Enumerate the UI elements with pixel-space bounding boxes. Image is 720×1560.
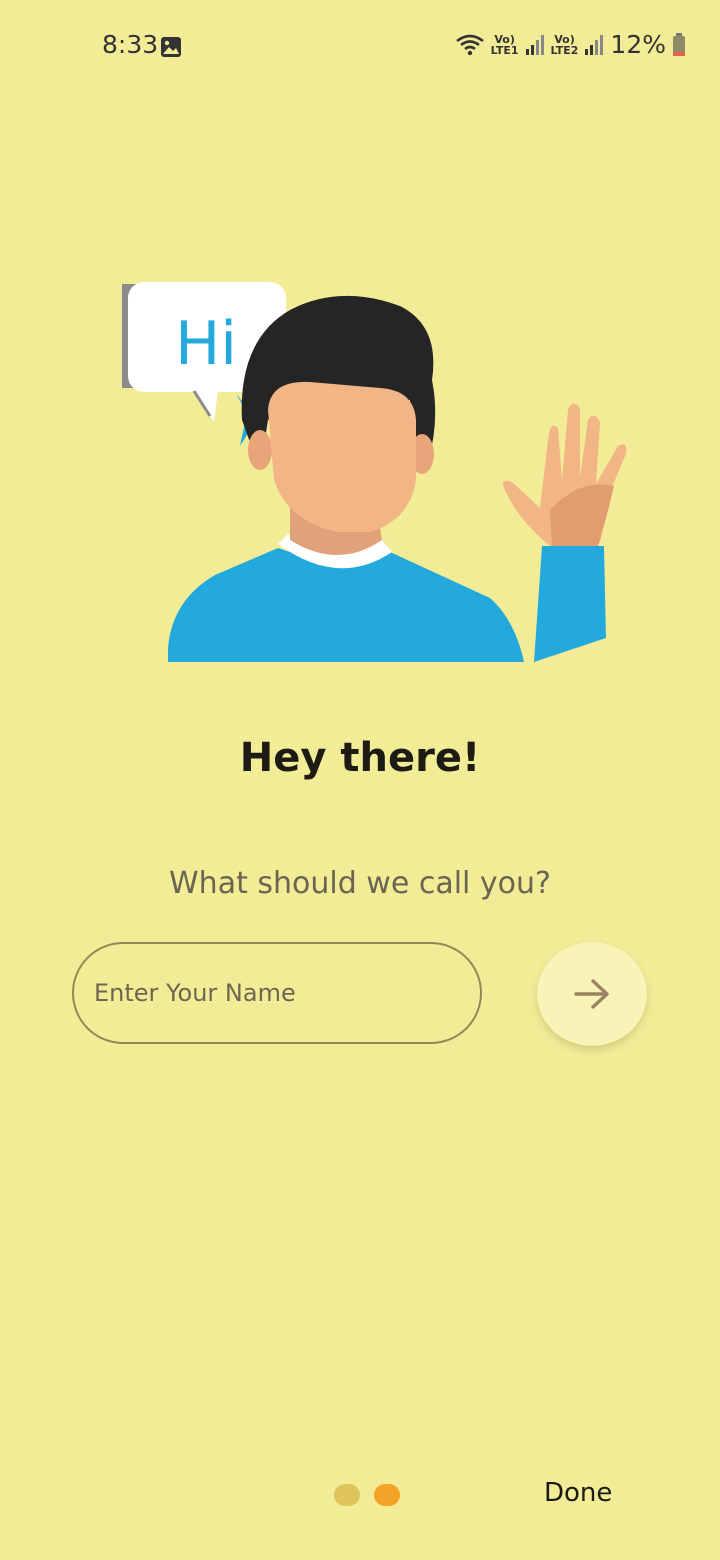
page-dot-2-active[interactable] [374, 1484, 400, 1506]
arrow-right-icon [574, 979, 609, 1009]
battery-percent: 12% [610, 30, 666, 59]
wifi-icon [455, 34, 484, 55]
next-button[interactable] [537, 942, 647, 1046]
page-indicator [334, 1484, 400, 1506]
signal-icon [585, 34, 604, 55]
status-bar: 8:33 Vo) LTE1 Vo) LTE2 12% [0, 0, 720, 92]
signal-icon [525, 34, 544, 55]
page-dot-1[interactable] [334, 1484, 360, 1506]
greeting-title: Hey there! [239, 735, 481, 781]
status-indicators: Vo) LTE1 Vo) LTE2 12% [455, 30, 686, 59]
battery-icon [673, 32, 685, 56]
gallery-icon [161, 37, 181, 57]
status-time: 8:33 [102, 30, 159, 59]
bubble-text: Hi [175, 309, 237, 379]
name-prompt: What should we call you? [169, 866, 551, 901]
waving-person-illustration: Hi [122, 282, 627, 662]
lte1-label: Vo) LTE1 [490, 32, 519, 57]
lte2-label: Vo) LTE2 [550, 32, 579, 57]
name-input[interactable] [72, 942, 482, 1044]
done-button[interactable]: Done [544, 1478, 612, 1508]
